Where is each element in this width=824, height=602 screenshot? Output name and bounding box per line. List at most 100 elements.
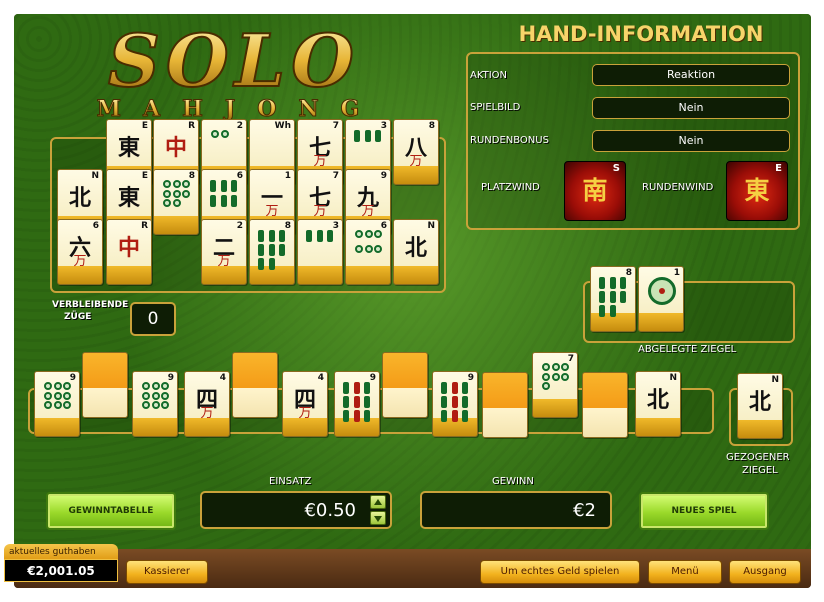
menu-button[interactable]: Menü	[648, 560, 722, 584]
circle-pip	[355, 244, 363, 253]
hand-tile[interactable]: 4四万	[282, 371, 328, 437]
discarded-tile[interactable]: 1	[638, 266, 684, 332]
rundenbonus-label: RUNDENBONUS	[470, 135, 549, 146]
hand-tile[interactable]: 9	[334, 371, 380, 437]
bamboo-stick	[258, 230, 264, 242]
tile-suffix: 万	[409, 154, 423, 169]
aktion-label: AKTION	[470, 70, 508, 81]
board-tile[interactable]: 6	[345, 219, 391, 285]
board-tile[interactable]: 2二万	[201, 219, 247, 285]
board-tile[interactable]: 8八万	[393, 119, 439, 185]
paytable-button[interactable]: GEWINNTABELLE	[46, 492, 176, 530]
circle-pip	[172, 180, 181, 188]
game-table: SOLO MAHJONG VERBLEIBENDE ZÜGE 0 HAND-IN…	[14, 14, 811, 549]
bamboo-stick	[609, 305, 616, 317]
circle-pip	[561, 372, 570, 381]
logo-title: SOLO	[108, 20, 360, 103]
bamboo-stick	[279, 230, 286, 242]
win-field: €2	[420, 491, 612, 529]
remaining-moves-label-1: VERBLEIBENDE	[52, 300, 129, 310]
bamboo-stick	[364, 410, 371, 422]
face-down-tile	[82, 352, 128, 418]
bet-increase-button[interactable]	[370, 495, 386, 509]
discard-label: ABGELEGTE ZIEGEL	[638, 344, 737, 355]
bamboo-stick	[210, 195, 216, 207]
rundenwind-char: 東	[744, 176, 770, 205]
bamboo-suit-icon	[258, 230, 288, 270]
circle-pip	[142, 391, 150, 400]
circle-pip	[142, 382, 150, 390]
discarded-tile[interactable]: 8	[590, 266, 636, 332]
bamboo-suit-icon	[306, 230, 336, 258]
board-tile[interactable]: 8	[249, 219, 295, 285]
hand-tile[interactable]: 9	[132, 371, 178, 437]
new-game-button[interactable]: NEUES SPIEL	[639, 492, 769, 530]
cashier-button[interactable]: Kassierer	[126, 560, 208, 584]
bamboo-stick	[353, 410, 360, 422]
circle-pip	[172, 189, 181, 198]
tile-corner-label: Wh	[274, 121, 291, 131]
board-tile[interactable]: R中	[106, 219, 152, 285]
bamboo-stick	[353, 396, 360, 408]
bamboo-stick	[354, 130, 360, 142]
circle-pip	[355, 230, 363, 238]
circle-pip	[44, 391, 52, 400]
face-down-tile	[482, 372, 528, 438]
bamboo-stick	[620, 277, 627, 289]
bet-value: €0.50	[304, 500, 356, 521]
board-tile[interactable]: N北	[393, 219, 439, 285]
bamboo-stick	[609, 291, 616, 303]
bamboo-stick	[231, 180, 238, 192]
bamboo-stick	[210, 180, 216, 192]
circle-pip	[63, 382, 72, 390]
hand-tile[interactable]: 7	[532, 352, 578, 418]
spielbild-label: SPIELBILD	[470, 102, 521, 113]
platzwind-label: PLATZWIND	[481, 182, 540, 193]
bamboo-suit-icon	[210, 180, 240, 208]
tile-suffix: 万	[298, 406, 312, 421]
drawn-tile[interactable]: N北	[737, 373, 783, 439]
board-tile[interactable]: 6六万	[57, 219, 103, 285]
board-tile[interactable]: 8	[153, 169, 199, 235]
board-tile[interactable]: 3	[297, 219, 343, 285]
circle-suit-icon	[163, 180, 191, 208]
bamboo-stick	[268, 244, 275, 256]
real-money-button[interactable]: Um echtes Geld spielen	[480, 560, 640, 584]
circle-pip	[551, 372, 560, 381]
circle-pip	[53, 391, 62, 400]
platzwind-tile: 南 S	[564, 161, 626, 221]
balance-tab: aktuelles guthaben	[4, 544, 118, 560]
hand-tile[interactable]: 9	[432, 371, 478, 437]
bet-decrease-button[interactable]	[370, 511, 386, 525]
bamboo-suit-icon	[343, 382, 373, 422]
circle-pip	[44, 382, 52, 390]
solo-mahjong-logo: SOLO MAHJONG	[96, 20, 360, 120]
circle-suit-icon	[44, 382, 72, 410]
bamboo-stick	[343, 396, 349, 408]
bamboo-stick	[441, 382, 447, 394]
circle-pip	[63, 391, 72, 400]
hand-tile[interactable]: 9	[34, 371, 80, 437]
tile-glyph: 北	[748, 389, 771, 415]
circle-pip	[142, 401, 150, 410]
circle-pip	[542, 372, 550, 381]
tile-suffix: 万	[73, 254, 87, 269]
bamboo-stick	[364, 382, 371, 394]
hand-tile[interactable]: 4四万	[184, 371, 230, 437]
exit-button[interactable]: Ausgang	[729, 560, 801, 584]
circle-pip	[161, 401, 170, 410]
bamboo-suit-icon	[441, 382, 471, 422]
bamboo-stick	[364, 130, 371, 142]
bamboo-stick	[599, 291, 605, 303]
rundenwind-letter: E	[775, 163, 782, 174]
circle-pip	[182, 189, 191, 198]
hand-tile[interactable]: N北	[635, 371, 681, 437]
bamboo-stick	[451, 396, 458, 408]
bamboo-stick	[451, 410, 458, 422]
tile-glyph: 東	[117, 135, 140, 161]
circle-suit-icon	[648, 277, 676, 305]
tile-suffix: 万	[313, 204, 327, 219]
bamboo-stick	[343, 410, 349, 422]
bamboo-stick	[462, 410, 469, 422]
tile-glyph: 中	[117, 235, 140, 261]
